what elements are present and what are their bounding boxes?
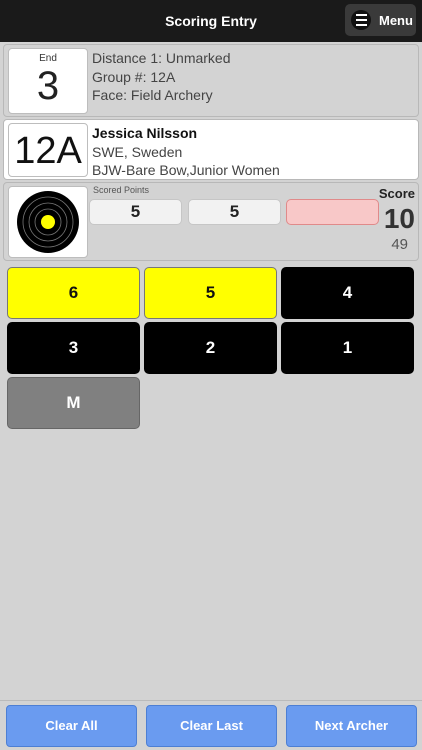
archer-division: BJW-Bare Bow,Junior Women bbox=[92, 162, 280, 178]
header-bar: Scoring Entry Menu bbox=[0, 0, 422, 42]
clear-all-button[interactable]: Clear All bbox=[6, 705, 137, 747]
group-info: Group #: 12A bbox=[92, 68, 176, 85]
key-miss[interactable]: M bbox=[7, 377, 140, 429]
target-face bbox=[8, 186, 88, 258]
score-keypad: 6 5 4 3 2 1 M bbox=[3, 263, 419, 699]
clear-last-button[interactable]: Clear Last bbox=[146, 705, 277, 747]
end-box: End 3 bbox=[8, 48, 88, 114]
next-archer-button[interactable]: Next Archer bbox=[286, 705, 417, 747]
arrow-score-1[interactable]: 5 bbox=[89, 199, 182, 225]
end-info: Distance 1: Unmarked Group #: 12A Face: … bbox=[92, 49, 231, 105]
end-value: 3 bbox=[36, 64, 60, 108]
archer-info: Jessica Nilsson SWE, Sweden BJW-Bare Bow… bbox=[92, 124, 280, 180]
key-6[interactable]: 6 bbox=[7, 267, 140, 319]
key-5[interactable]: 5 bbox=[144, 267, 277, 319]
key-3[interactable]: 3 bbox=[7, 322, 140, 374]
key-4[interactable]: 4 bbox=[281, 267, 414, 319]
archer-country: SWE, Sweden bbox=[92, 143, 183, 160]
end-label: End bbox=[39, 53, 57, 64]
end-panel: End 3 Distance 1: Unmarked Group #: 12A … bbox=[3, 44, 419, 117]
key-1[interactable]: 1 bbox=[281, 322, 414, 374]
arrow-score-2[interactable]: 5 bbox=[188, 199, 281, 225]
menu-label: Menu bbox=[379, 12, 413, 28]
running-score-total: 49 bbox=[391, 236, 408, 253]
footer-bar: Clear All Clear Last Next Archer bbox=[0, 700, 422, 750]
distance-info: Distance 1: Unmarked bbox=[92, 50, 231, 66]
end-score-total: 10 bbox=[383, 203, 415, 234]
menu-button[interactable]: Menu bbox=[345, 4, 416, 36]
scored-points-label: Scored Points bbox=[93, 185, 150, 195]
archer-name: Jessica Nilsson bbox=[92, 125, 198, 141]
target-icon bbox=[17, 191, 79, 253]
archer-panel[interactable]: 12A Jessica Nilsson SWE, Sweden BJW-Bare… bbox=[3, 119, 419, 180]
face-info: Face: Field Archery bbox=[92, 87, 213, 103]
hamburger-menu-icon bbox=[351, 10, 371, 30]
key-2[interactable]: 2 bbox=[144, 322, 277, 374]
arrow-score-3[interactable] bbox=[286, 199, 379, 225]
score-panel: Scored Points 5 5 Score 10 49 bbox=[3, 182, 419, 261]
group-number-box: 12A bbox=[8, 123, 88, 177]
score-label: Score bbox=[378, 186, 415, 201]
